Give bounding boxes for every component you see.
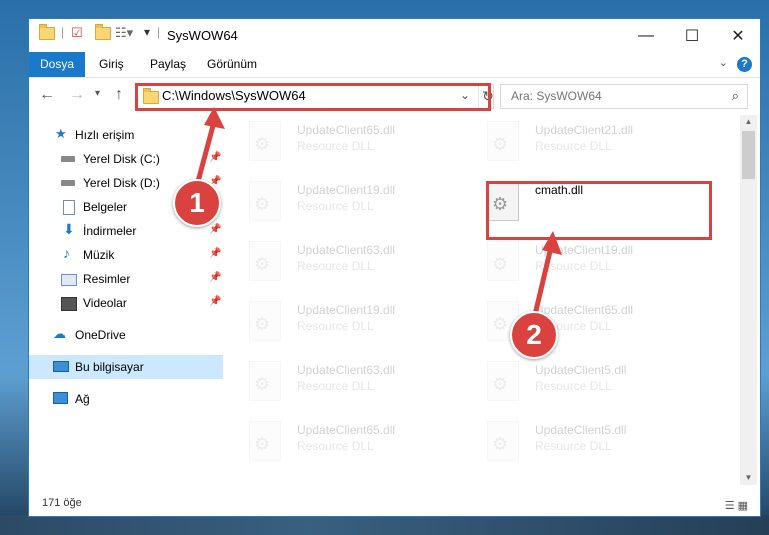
arrow-2-shaft <box>531 246 554 320</box>
desktop-background <box>0 515 769 535</box>
file-explorer-window: | ☑ ☷▾ ▾ | SysWOW64 — ☐ ✕ Dosya Giriş Pa… <box>28 18 761 517</box>
step-2-badge: 2 <box>510 311 558 359</box>
arrow-1-head <box>204 107 225 129</box>
arrow-2-head <box>542 231 562 255</box>
step-1-badge: 1 <box>173 179 221 227</box>
annotation-arrows <box>193 107 562 320</box>
